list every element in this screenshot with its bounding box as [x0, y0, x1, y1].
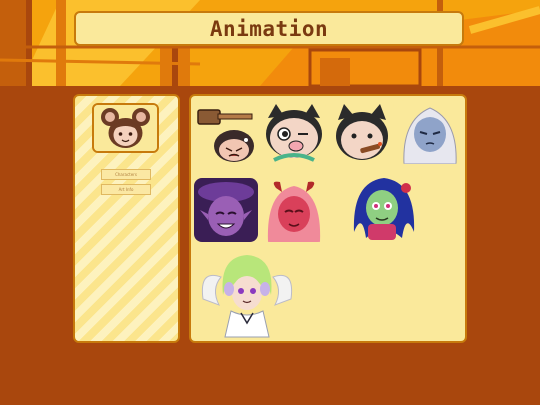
gallery-item-purple-demon[interactable]: [194, 178, 258, 242]
sidebar: Characters Art Info: [73, 94, 180, 343]
sidebar-button-label: Art Info: [118, 187, 134, 192]
avatar[interactable]: [92, 103, 159, 153]
sidebar-art-info-button[interactable]: Art Info: [101, 184, 151, 195]
purple-demon-emote-icon: [194, 178, 258, 242]
red-horned-demon-emote-icon: [262, 178, 326, 242]
sidebar-characters-button[interactable]: Characters: [101, 169, 151, 180]
cigar-cat-emote-icon: [330, 100, 394, 164]
gallery-item-green-zombie-girl[interactable]: [346, 172, 422, 246]
gallery-item-winking-cat[interactable]: [262, 100, 326, 164]
gallery-item-blue-skin-girl[interactable]: [398, 100, 462, 164]
page-title: Animation: [209, 16, 329, 41]
blue-skin-girl-emote-icon: [398, 100, 462, 164]
gallery-item-hammer-bonk[interactable]: [194, 100, 258, 164]
gallery-item-winged-angel[interactable]: [197, 249, 297, 339]
hammer-bonk-emote-icon: [194, 100, 258, 164]
page-title-bar: Animation: [74, 11, 464, 46]
gallery-panel: [189, 94, 467, 343]
winking-cat-emote-icon: [262, 100, 326, 164]
sidebar-button-label: Characters: [115, 172, 137, 177]
gallery-item-cigar-cat[interactable]: [330, 100, 394, 164]
chibi-bear-avatar-icon: [94, 105, 157, 151]
green-zombie-girl-emote-icon: [346, 172, 422, 246]
winged-angel-character-icon: [197, 249, 297, 339]
gallery-item-red-horned-demon[interactable]: [262, 178, 326, 242]
